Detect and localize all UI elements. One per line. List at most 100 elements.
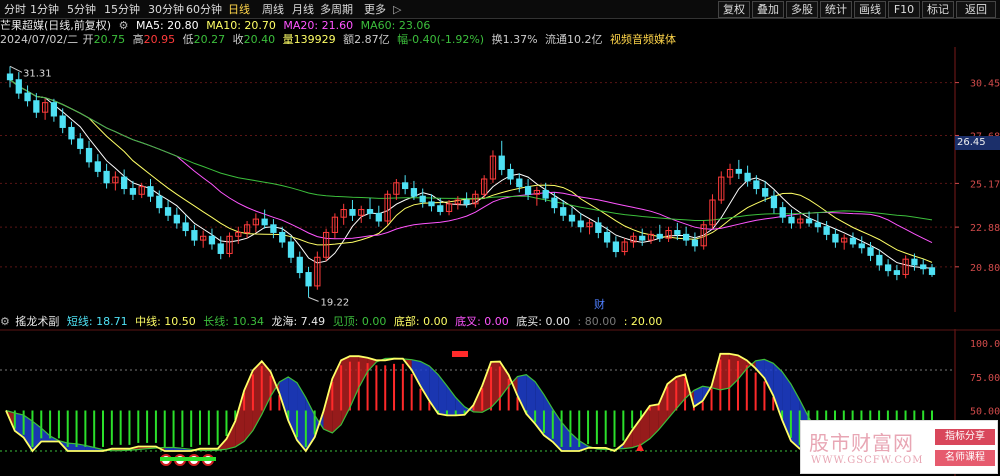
amount-value: 额2.87亿 (343, 33, 390, 46)
indicator-name: 搖龙术副 (15, 315, 60, 328)
bottom-cross-label: 底叉: 0.00 (455, 315, 509, 328)
candle-body (577, 220, 584, 228)
candle-body (6, 73, 14, 81)
candle-body (94, 161, 101, 172)
candle-body (296, 256, 303, 274)
top-signal-marker (452, 351, 468, 357)
candle-body (261, 218, 268, 226)
indicator-axis-label: 50.00 (970, 407, 1000, 418)
candle-body (735, 168, 742, 174)
candle-body (463, 199, 470, 205)
mid-line-label: 中线: 10.50 (135, 315, 196, 328)
candle-body (270, 224, 277, 233)
candlestick-chart: 30.4527.6825.1722.8820.8031.3119.22财 (0, 47, 1000, 312)
toolbar-button-2[interactable]: 多股 (786, 1, 818, 18)
toolbar-button-5[interactable]: F10 (888, 1, 920, 18)
candle-body (656, 233, 663, 239)
candle-body (911, 258, 918, 266)
ma20-label: MA20: 21.60 (283, 19, 354, 32)
candle-body (402, 182, 409, 190)
high-label: 高 (132, 33, 144, 46)
candle-body (121, 176, 128, 190)
period-tab-4[interactable]: 30分钟 (148, 2, 184, 17)
high-marker-label: 31.31 (23, 68, 52, 79)
short-line-label: 短线: 18.71 (66, 315, 128, 328)
toolbar-button-1[interactable]: 叠加 (752, 1, 784, 18)
candle-body (867, 247, 874, 256)
candle-body (498, 155, 505, 170)
more-arrow-icon[interactable]: ▷ (393, 2, 401, 17)
volume-value: 量139929 (282, 33, 336, 46)
candle-body (366, 209, 374, 214)
watermark-tag-share: 指标分享 (935, 429, 995, 445)
level-20-label: : 20.00 (623, 315, 663, 328)
candle-body (779, 207, 786, 218)
period-tab-1[interactable]: 1分钟 (30, 2, 59, 17)
bottom-zone-label: 底部: 0.00 (393, 315, 448, 328)
candle-body (595, 222, 602, 233)
period-tab-6[interactable]: 日线 (228, 2, 250, 17)
period-tab-9[interactable]: 多周期 (320, 2, 353, 17)
candle-body (349, 209, 356, 216)
watermark-title: 股市财富网 (809, 431, 914, 455)
candle-body (603, 231, 611, 243)
ma5-line (9, 79, 933, 269)
watermark-tag-course: 名师课程 (935, 450, 995, 466)
candle-body (691, 239, 699, 247)
ma10-label: MA10: 20.70 (206, 19, 276, 32)
candle-body (305, 272, 312, 287)
open-label: 开 (82, 33, 94, 46)
buy-signal-base (160, 457, 216, 461)
indicator-axis-label: 75.00 (970, 373, 1000, 384)
period-tab-3[interactable]: 15分钟 (104, 2, 140, 17)
low-marker-line (308, 296, 319, 302)
toolbar-button-4[interactable]: 画线 (854, 1, 886, 18)
toolbar-button-6[interactable]: 标记 (922, 1, 954, 18)
stock-name: 芒果超媒(日线,前复权) (0, 19, 112, 32)
watermark-url: WWW.GSCFW.COM (811, 455, 924, 466)
candle-body (823, 226, 830, 235)
quote-line: 2024/07/02/二 开20.75 高20.95 低20.27 收20.40… (0, 33, 680, 47)
candle-body (524, 186, 532, 195)
candle-body (884, 264, 892, 272)
change-value: 幅-0.40(-1.92%) (397, 33, 485, 46)
candle-body (753, 180, 760, 190)
candle-body (50, 102, 58, 117)
candle-body (507, 168, 514, 180)
candle-body (164, 207, 172, 216)
candle-body (876, 254, 883, 266)
candle-body (805, 218, 813, 224)
period-tab-0[interactable]: 分时 (4, 2, 26, 17)
candle-body (568, 214, 576, 222)
candle-body (217, 243, 224, 254)
period-tab-2[interactable]: 5分钟 (67, 2, 96, 17)
candle-body (920, 264, 927, 270)
high-value: 20.95 (143, 33, 176, 46)
candle-body (928, 267, 936, 275)
gear-icon[interactable]: ⚙ (0, 315, 10, 329)
candle-body (814, 222, 821, 228)
candle-body (674, 230, 681, 235)
candle-body (191, 230, 198, 241)
candle-body (59, 115, 66, 128)
gear-icon[interactable]: ⚙ (119, 19, 129, 33)
candle-body (208, 235, 216, 245)
candle-body (279, 231, 286, 243)
finance-marker: 财 (594, 297, 605, 311)
candle-body (129, 188, 137, 195)
period-tab-10[interactable]: 更多 (364, 2, 386, 17)
long-line-label: 长线: 10.34 (203, 315, 264, 328)
candle-body (68, 126, 75, 140)
toolbar-button-0[interactable]: 复权 (718, 1, 750, 18)
period-tab-7[interactable]: 周线 (262, 2, 284, 17)
candle-body (147, 186, 154, 197)
open-value: 20.75 (93, 33, 126, 46)
quote-date: 2024/07/02/二 (0, 33, 79, 46)
price-axis-label: 22.88 (970, 223, 1000, 234)
current-price-tag: 26.45 (955, 136, 1000, 150)
toolbar-button-3[interactable]: 统计 (820, 1, 852, 18)
period-tab-5[interactable]: 60分钟 (186, 2, 222, 17)
toolbar-button-7[interactable]: 返回 (956, 1, 996, 18)
candle-body (15, 79, 22, 94)
period-tab-8[interactable]: 月线 (292, 2, 314, 17)
